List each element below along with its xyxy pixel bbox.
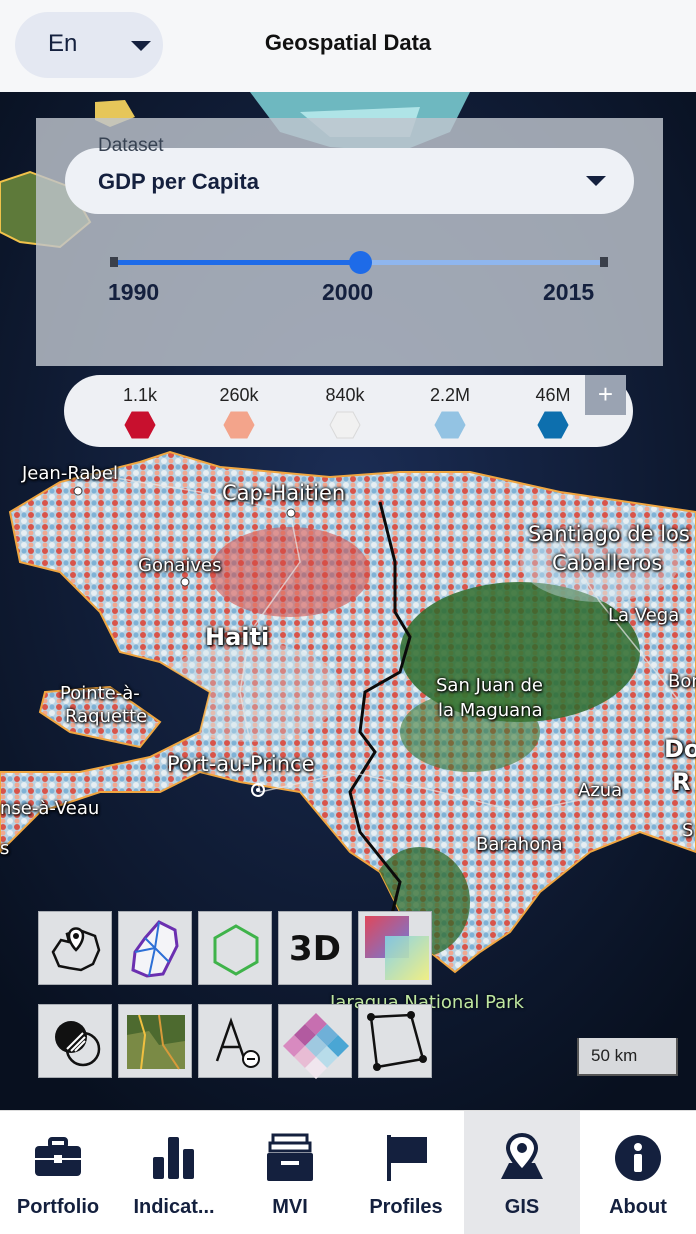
map-scale-label: 50 km [591,1046,638,1065]
legend-item-label: 260k [219,385,259,405]
map-pin-icon [501,1133,543,1179]
place-label: Raquette [65,706,148,727]
info-icon [615,1135,661,1181]
nav-item-label: About [609,1196,667,1218]
location-map-icon [51,927,101,972]
bottom-nav: Portfolio Indicat... MVI Profiles GIS Ab… [0,1110,696,1234]
place-label: Azua [578,780,623,801]
nav-item-label: Profiles [369,1196,443,1218]
file-cabinet-icon [267,1133,313,1181]
3d-toggle-button[interactable]: 3D [278,911,352,985]
polygon-measure-icon [367,1011,427,1071]
year-slider-fill [113,260,360,265]
legend-item-label: 2.2M [429,385,471,405]
place-label-country: Do [664,735,696,763]
legend-item: 260k [204,385,274,439]
place-label: Jean-Rabel [22,463,118,484]
satellite-basemap-button[interactable] [118,1004,192,1078]
hexagon-swatch-icon [434,411,466,439]
briefcase-icon [35,1137,81,1176]
legend-item: 1.1k [105,385,175,439]
map-legend: 1.1k 260k 840k 2.2M 46M [64,375,633,447]
nav-item-label: Portfolio [16,1196,100,1218]
3d-label: 3D [289,929,341,969]
legend-item: 2.2M [415,385,485,439]
color-gradient-button[interactable] [358,911,432,985]
location-map-button[interactable] [38,911,112,985]
legend-item: 840k [310,385,380,439]
map-scale: 50 km [577,1038,678,1076]
place-label-country: R [672,768,691,796]
hexagon-swatch-icon [223,411,255,439]
layer-blend-button[interactable] [38,1004,112,1078]
label-toggle-icon [215,1017,260,1068]
place-label: Barahona [476,834,563,855]
slider-end-cap [600,257,608,267]
hexagon-swatch-icon [124,411,156,439]
place-label: San Juan de [436,675,543,696]
hexagon-layer-button[interactable] [198,911,272,985]
page-title: Geospatial Data [264,30,432,55]
slider-current-label: 2000 [322,279,374,305]
flag-icon [387,1135,427,1181]
nav-item-about[interactable]: About [580,1111,696,1234]
legend-item-label: 840k [325,385,365,405]
satellite-icon [127,1014,185,1070]
color-scheme-icon [283,1013,349,1079]
place-label-country: Haiti [205,623,270,651]
legend-item: 46M [518,385,588,439]
place-label: Port-au-Prince [167,752,315,776]
dataset-value: GDP per Capita [98,169,259,194]
color-scheme-button[interactable] [278,1004,352,1079]
nav-item-portfolio[interactable]: Portfolio [0,1111,116,1234]
dataset-label: Dataset [98,135,164,156]
place-label: s [0,838,10,859]
hexagon-icon [213,924,259,976]
place-label: Bona [668,671,696,692]
polygon-measure-button[interactable] [358,1004,432,1078]
layer-blend-icon [55,1021,101,1067]
nav-item-indicators[interactable]: Indicat... [116,1111,232,1234]
nav-item-mvi[interactable]: MVI [232,1111,348,1234]
chevron-down-icon [586,176,606,186]
nav-item-profiles[interactable]: Profiles [348,1111,464,1234]
place-label: nse-à-Veau [0,798,100,819]
hexagon-swatch-icon [329,411,361,439]
legend-item-label: 1.1k [122,385,158,405]
slider-start-label: 1990 [108,279,160,305]
place-label: La Vega [608,605,680,626]
admin-boundaries-icon [131,920,179,978]
legend-add-button[interactable]: + [585,375,626,415]
bar-chart-icon [153,1137,194,1179]
admin-boundaries-button[interactable] [118,911,192,985]
slider-end-label: 2015 [543,279,595,305]
nav-item-label: MVI [272,1196,308,1218]
place-label: Gonaives [138,555,222,576]
nav-item-label: GIS [504,1196,540,1218]
place-label: la Maguana [438,700,543,721]
year-slider-thumb[interactable] [348,251,372,274]
place-label: Pointe-à- [60,683,140,704]
place-label: S [682,820,694,841]
hexagon-swatch-icon [537,411,569,439]
dataset-select[interactable]: GDP per Capita [65,148,634,214]
app-header: En Geospatial Data [0,0,696,92]
place-label: Santiago de los [528,522,690,546]
place-label: Cap-Haitien [222,481,346,505]
legend-item-label: 46M [535,385,571,405]
label-toggle-button[interactable] [198,1004,272,1078]
nav-item-label: Indicat... [133,1196,215,1218]
slider-start-cap [110,257,118,267]
color-gradient-icon [365,916,429,980]
nav-item-gis[interactable]: GIS [464,1111,580,1234]
place-label: Caballeros [552,551,663,575]
